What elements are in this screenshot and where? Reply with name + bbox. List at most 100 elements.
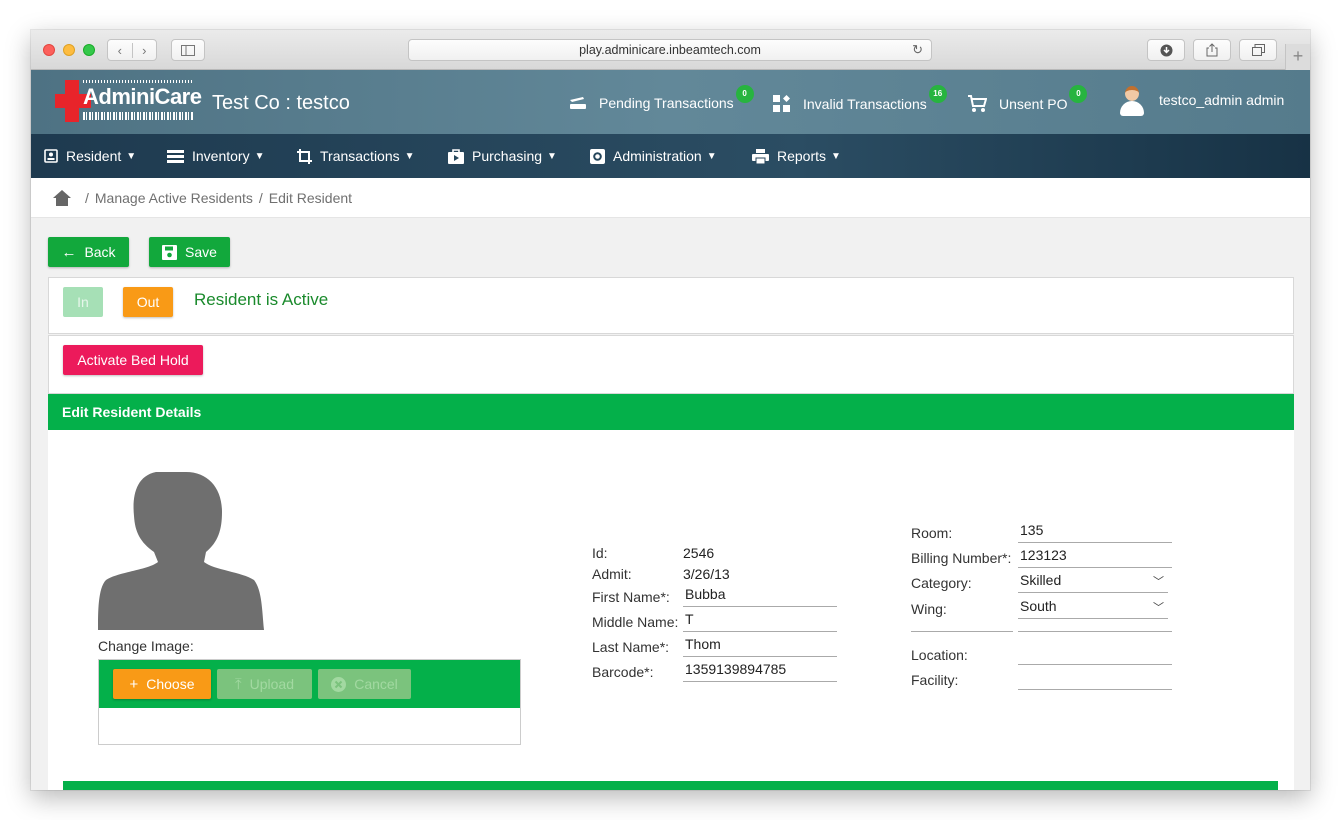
new-tab-button[interactable]: + <box>1285 44 1310 70</box>
cancel-label: Cancel <box>354 676 398 692</box>
scanner-icon <box>570 97 586 109</box>
cart-icon <box>968 95 987 112</box>
chevron-down-icon: ▼ <box>706 150 717 162</box>
pending-count-badge: 0 <box>735 85 754 103</box>
nav-inventory[interactable]: Inventory ▼ <box>167 148 265 164</box>
nav-reports[interactable]: Reports ▼ <box>752 148 841 164</box>
unlabeled-divider-left <box>911 611 1013 632</box>
save-button[interactable]: Save <box>149 237 230 267</box>
widgets-icon <box>773 95 790 112</box>
upload-button[interactable]: ⤒ Upload <box>217 669 312 699</box>
minimize-window-button[interactable] <box>63 44 75 56</box>
activate-bed-hold-button[interactable]: Activate Bed Hold <box>63 345 203 375</box>
history-nav-group: ‹ › <box>107 39 157 61</box>
arrow-left-icon: ← <box>61 243 77 261</box>
adminicare-logo[interactable]: AdminiCare <box>53 78 202 124</box>
nav-transactions-label: Transactions <box>320 148 400 164</box>
user-name: testco_admin admin <box>1159 92 1285 108</box>
app-header: AdminiCare Test Co : testco Pending Tran… <box>31 70 1310 134</box>
back-nav-button[interactable]: ‹ <box>108 42 133 58</box>
invalid-transactions-label: Invalid Transactions <box>803 96 927 112</box>
list-icon <box>167 149 184 163</box>
pending-transactions-link[interactable]: Pending Transactions 0 <box>569 85 754 111</box>
download-icon <box>1160 44 1172 56</box>
save-button-label: Save <box>185 244 217 260</box>
nav-resident[interactable]: Resident ▼ <box>44 148 136 164</box>
invalid-transactions-link[interactable]: Invalid Transactions 16 <box>773 85 947 113</box>
main-nav: Resident ▼ Inventory ▼ Transactions ▼ Pu… <box>31 134 1310 178</box>
nav-purchasing-label: Purchasing <box>472 148 543 164</box>
settings-box-icon <box>590 148 605 164</box>
chevron-down-icon: ▼ <box>831 150 841 162</box>
check-out-button[interactable]: Out <box>123 287 173 317</box>
middle-name-input[interactable]: T <box>683 611 837 632</box>
choose-file-button[interactable]: + Choose <box>113 669 211 699</box>
breadcrumb-edit-resident: Edit Resident <box>268 189 353 206</box>
tabs-icon <box>1251 44 1265 56</box>
change-image-label: Change Image: <box>98 638 194 654</box>
bed-hold-panel: Activate Bed Hold <box>48 335 1294 394</box>
category-select[interactable]: Skilled ﹀ <box>1018 572 1168 593</box>
chevron-down-icon: ▼ <box>404 150 415 162</box>
last-name-input[interactable]: Thom <box>683 636 837 657</box>
close-window-button[interactable] <box>43 44 55 56</box>
zoom-window-button[interactable] <box>83 44 95 56</box>
show-tabs-button[interactable] <box>1239 39 1277 61</box>
user-menu[interactable]: testco_admin admin <box>1119 84 1284 116</box>
id-label: Id: <box>592 545 608 561</box>
nav-transactions[interactable]: Transactions ▼ <box>297 148 415 164</box>
downloads-button[interactable] <box>1147 39 1185 61</box>
image-uploader: + Choose ⤒ Upload Cancel <box>98 659 521 745</box>
billing-number-input[interactable]: 123123 <box>1018 547 1172 568</box>
floppy-disk-icon <box>162 244 178 260</box>
plus-icon: + <box>129 675 139 693</box>
home-icon[interactable] <box>53 189 71 206</box>
invalid-count-badge: 16 <box>928 85 947 103</box>
nav-resident-label: Resident <box>66 148 122 164</box>
location-label: Location: <box>911 647 968 663</box>
printer-icon <box>752 148 769 164</box>
sidebar-toggle-button[interactable] <box>171 39 205 61</box>
room-input[interactable]: 135 <box>1018 522 1172 543</box>
next-section-header <box>63 781 1278 790</box>
breadcrumb-separator: / <box>85 189 89 206</box>
address-bar[interactable]: play.adminicare.inbeamtech.com ↻ <box>408 39 932 61</box>
location-input[interactable] <box>1018 644 1172 665</box>
back-button-label: Back <box>84 244 116 260</box>
unsent-po-link[interactable]: Unsent PO 0 <box>967 85 1088 113</box>
choose-label: Choose <box>146 676 195 692</box>
nav-administration-label: Administration <box>613 148 702 164</box>
barcode-graphic <box>83 112 193 120</box>
barcode-input[interactable]: 1359139894785 <box>683 661 837 682</box>
browser-toolbar: ‹ › play.adminicare.inbeamtech.com ↻ + <box>31 30 1310 70</box>
forward-nav-button[interactable]: › <box>133 43 157 58</box>
upload-label: Upload <box>249 676 294 692</box>
cancel-upload-button[interactable]: Cancel <box>318 669 411 699</box>
sidebar-icon <box>181 44 195 56</box>
company-name: Test Co : testco <box>212 92 350 114</box>
check-in-button[interactable]: In <box>63 287 103 317</box>
nav-purchasing[interactable]: Purchasing ▼ <box>448 148 557 164</box>
unsent-po-label: Unsent PO <box>999 96 1068 112</box>
user-avatar-icon <box>1119 84 1145 116</box>
facility-label: Facility: <box>911 672 959 688</box>
details-panel-title: Edit Resident Details <box>48 394 1294 430</box>
status-panel: In Out Resident is Active <box>48 277 1294 334</box>
nav-administration[interactable]: Administration ▼ <box>590 148 717 164</box>
unsent-count-badge: 0 <box>1069 85 1088 103</box>
reload-icon[interactable]: ↻ <box>912 42 923 58</box>
unlabeled-divider-right <box>1018 611 1172 632</box>
share-button[interactable] <box>1193 39 1231 61</box>
first-name-input[interactable]: Bubba <box>683 586 837 607</box>
chevron-down-icon: ▼ <box>547 150 557 162</box>
back-button[interactable]: ← Back <box>48 237 129 267</box>
uploader-toolbar: + Choose ⤒ Upload Cancel <box>99 660 520 708</box>
upload-icon: ⤒ <box>234 675 242 693</box>
resident-icon <box>44 149 58 163</box>
breadcrumb: / Manage Active Residents / Edit Residen… <box>31 178 1310 218</box>
resident-photo-placeholder <box>98 472 264 630</box>
facility-input[interactable] <box>1018 669 1172 690</box>
breadcrumb-manage-residents[interactable]: Manage Active Residents <box>95 190 253 206</box>
first-name-label: First Name*: <box>592 589 670 605</box>
chevron-down-icon: ▼ <box>254 150 265 162</box>
